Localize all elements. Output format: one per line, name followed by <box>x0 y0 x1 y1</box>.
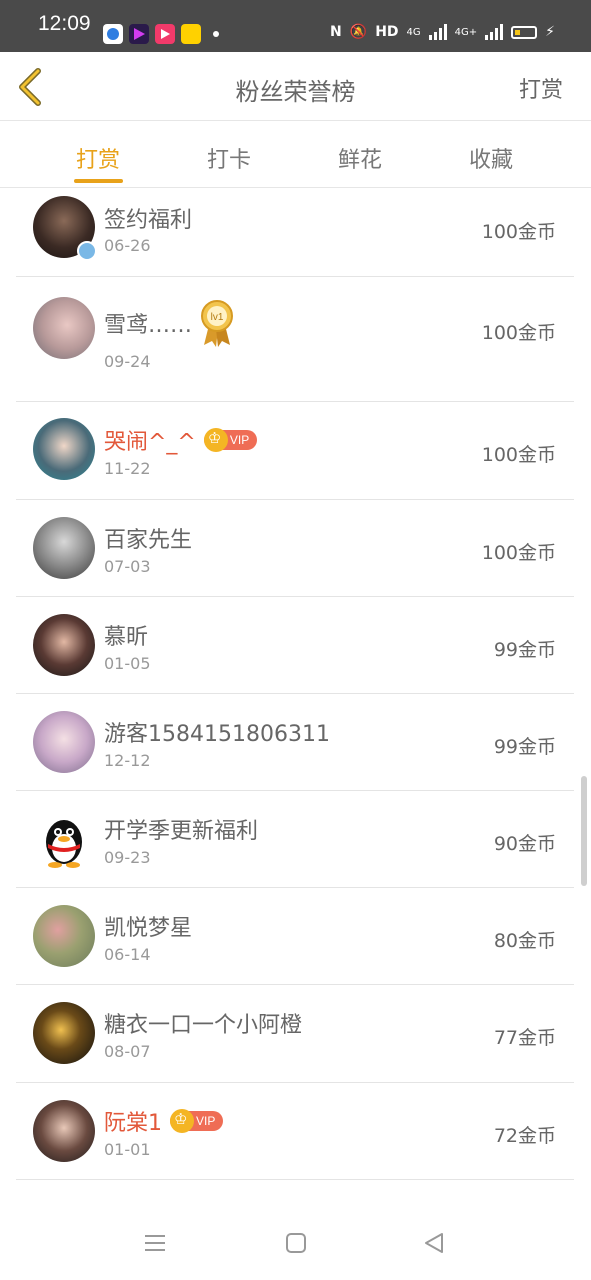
reward-button[interactable]: 打赏 <box>519 72 563 104</box>
list-item[interactable]: 开学季更新福利 09-23 90金币 <box>16 791 574 888</box>
reward-date: 12-12 <box>104 751 151 770</box>
list-item[interactable]: 雪鸢…… lv1 09-24 100金币 <box>16 277 574 402</box>
list-item[interactable]: 签约福利 06-26 100金币 <box>16 188 574 277</box>
page-title: 粉丝荣誉榜 <box>235 78 356 106</box>
user-name: 百家先生 <box>104 528 193 553</box>
reward-amount: 100金币 <box>481 322 556 344</box>
reward-date: 11-22 <box>104 459 151 478</box>
avatar[interactable] <box>33 1002 95 1064</box>
avatar[interactable] <box>33 614 95 676</box>
reward-amount: 80金币 <box>493 930 556 952</box>
menu-icon[interactable] <box>142 1232 168 1254</box>
user-name: 阮棠1 <box>104 1111 162 1136</box>
medal-level-label: lv1 <box>211 312 224 323</box>
home-icon[interactable] <box>283 1232 309 1254</box>
list-item[interactable]: 阮棠1 VIP 01-01 72金币 <box>16 1083 574 1180</box>
crown-icon <box>170 1109 194 1133</box>
reward-date: 07-03 <box>104 557 151 576</box>
user-name: 糖衣一口一个小阿橙 <box>104 1013 303 1038</box>
avatar[interactable] <box>33 418 95 480</box>
user-name: 凯悦梦星 <box>104 916 193 941</box>
mute-icon: 🔕 <box>349 24 368 40</box>
tab-flowers[interactable]: 鲜花 <box>320 142 400 174</box>
reward-date: 09-24 <box>104 352 151 371</box>
signal-4g-label: 4G <box>406 26 421 38</box>
signal-4g-plus-label: 4G+ <box>454 26 478 38</box>
reward-date: 08-07 <box>104 1042 151 1061</box>
user-name: 签约福利 <box>104 208 193 233</box>
avatar[interactable] <box>33 1100 95 1162</box>
vip-badge: VIP <box>170 1109 224 1133</box>
tab-reward[interactable]: 打赏 <box>58 142 138 174</box>
user-name: 哭闹^_^ <box>104 430 196 455</box>
avatar[interactable] <box>33 517 95 579</box>
list-item[interactable]: 哭闹^_^ VIP 11-22 100金币 <box>16 402 574 500</box>
crown-icon <box>203 428 228 452</box>
reward-amount: 100金币 <box>481 542 556 564</box>
tab-checkin[interactable]: 打卡 <box>189 142 269 174</box>
qq-penguin-icon <box>46 820 82 868</box>
list-item[interactable]: 游客1584151806311 12-12 99金币 <box>16 694 574 791</box>
list-item[interactable]: 凯悦梦星 06-14 80金币 <box>16 888 574 985</box>
reward-amount: 90金币 <box>493 833 556 855</box>
reward-date: 09-23 <box>104 848 151 867</box>
video-app-icon <box>129 24 149 44</box>
user-name: 游客1584151806311 <box>104 722 330 747</box>
status-time: 12:09 <box>38 12 91 35</box>
charging-icon: ⚡ <box>545 24 555 40</box>
list-item[interactable]: 慕昕 01-05 99金币 <box>16 597 574 694</box>
app-header: 粉丝荣誉榜 打赏 <box>0 52 591 121</box>
user-name: 慕昕 <box>104 625 149 650</box>
fan-ranking-list: 签约福利 06-26 100金币 雪鸢…… lv1 09-24 100金币 哭闹… <box>16 188 574 1180</box>
reward-date: 01-01 <box>104 1140 151 1159</box>
status-bar: 12:09 N 🔕 HD 4G 4G+ ⚡ <box>0 0 591 52</box>
list-item[interactable]: 百家先生 07-03 100金币 <box>16 500 574 597</box>
app-notification-icon <box>103 24 123 44</box>
music-app-icon <box>155 24 175 44</box>
reward-amount: 72金币 <box>493 1125 556 1147</box>
active-tab-indicator <box>74 179 123 183</box>
level-medal-icon: lv1 <box>201 300 234 347</box>
avatar[interactable] <box>33 297 95 359</box>
vip-label: VIP <box>196 1114 216 1128</box>
user-name: 雪鸢…… <box>104 313 193 338</box>
back-icon[interactable] <box>422 1232 448 1254</box>
meituan-app-icon <box>181 24 201 44</box>
reward-date: 06-14 <box>104 945 151 964</box>
reward-date: 01-05 <box>104 654 151 673</box>
signal-icon <box>485 24 504 40</box>
vip-label: VIP <box>229 433 250 447</box>
tab-favorites[interactable]: 收藏 <box>451 142 531 174</box>
more-notifications-dot <box>213 31 219 37</box>
reward-amount: 77金币 <box>493 1027 556 1049</box>
signal-icon <box>428 24 447 40</box>
notification-icons <box>103 24 219 44</box>
reward-amount: 100金币 <box>481 444 556 466</box>
avatar[interactable] <box>33 808 95 870</box>
reward-date: 06-26 <box>104 236 151 255</box>
reward-amount: 99金币 <box>493 736 556 758</box>
avatar[interactable] <box>33 711 95 773</box>
verified-badge-icon <box>77 241 97 261</box>
reward-amount: 99金币 <box>493 639 556 661</box>
list-item[interactable]: 糖衣一口一个小阿橙 08-07 77金币 <box>16 985 574 1083</box>
battery-icon <box>511 25 538 39</box>
scrollbar[interactable] <box>581 776 587 886</box>
vip-badge: VIP <box>203 428 258 452</box>
system-nav-bar <box>0 1196 591 1280</box>
network-label: HD <box>375 24 399 40</box>
user-name: 开学季更新福利 <box>104 819 259 844</box>
nfc-icon: N <box>330 24 342 40</box>
avatar[interactable] <box>33 905 95 967</box>
reward-amount: 100金币 <box>481 221 556 243</box>
status-indicators: N 🔕 HD 4G 4G+ ⚡ <box>330 24 555 40</box>
